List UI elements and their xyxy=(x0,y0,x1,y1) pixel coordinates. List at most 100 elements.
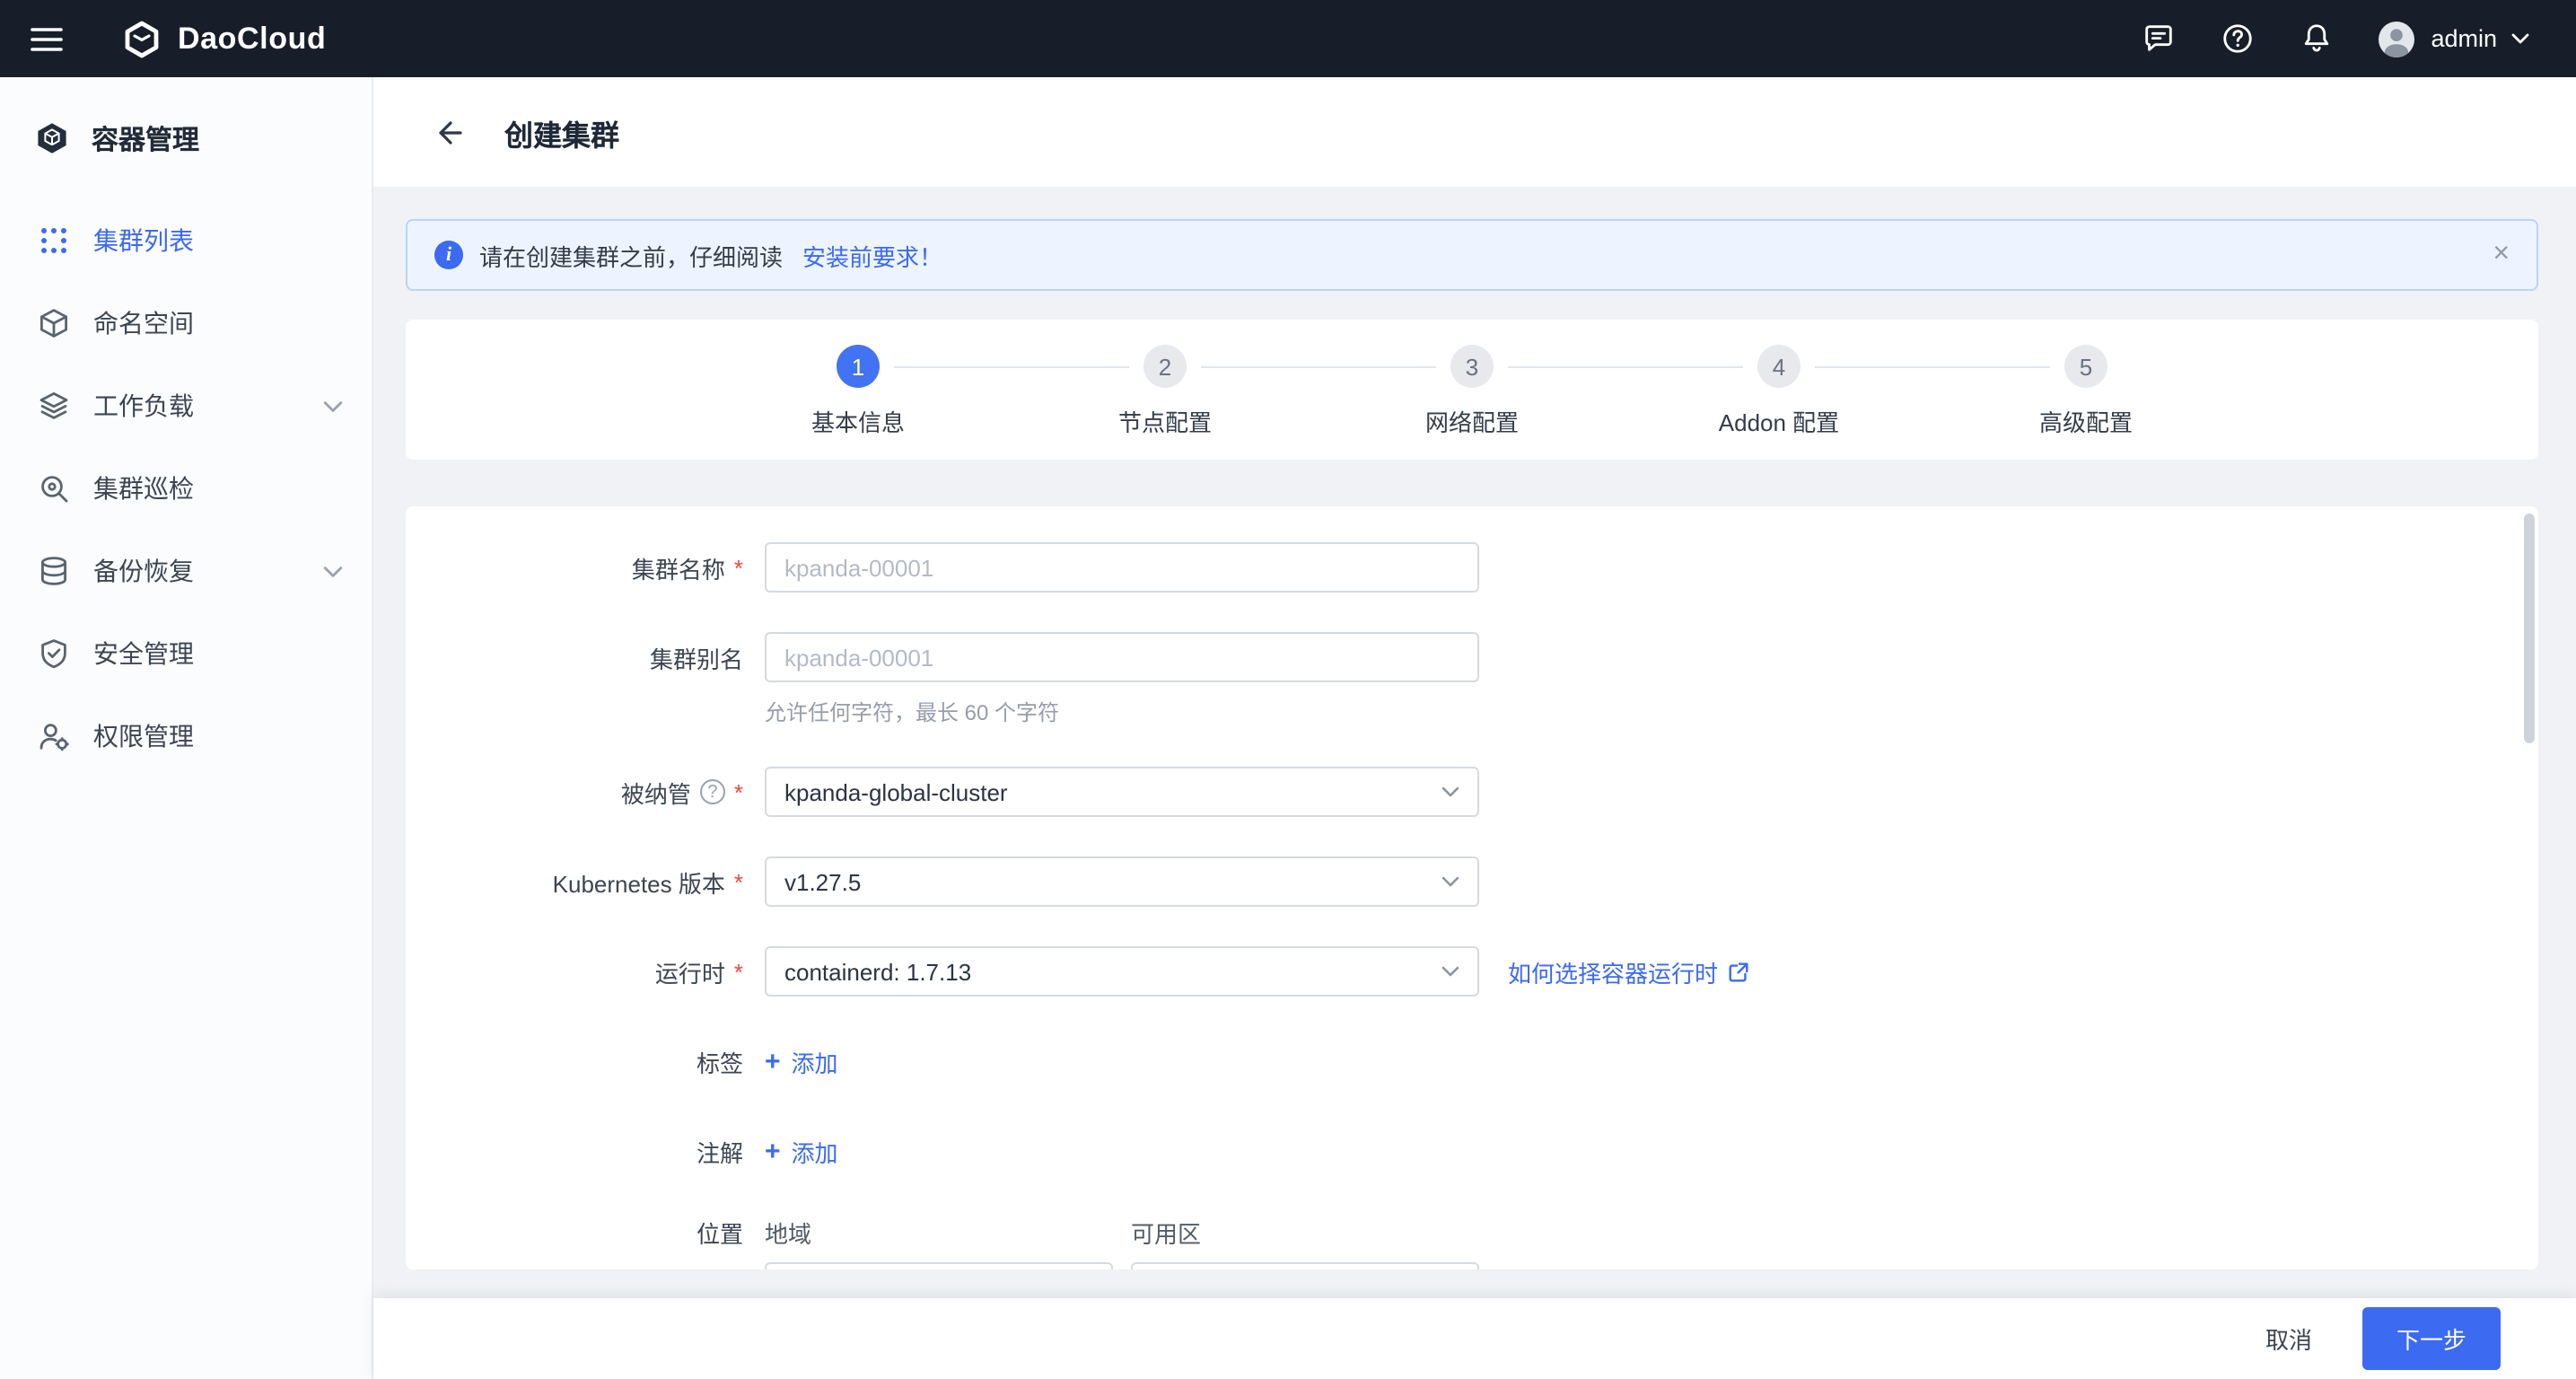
form-row-location: 位置 地域 可用区 xyxy=(406,1216,2538,1269)
help-icon[interactable]: ? xyxy=(699,779,725,804)
sidebar-item-backup-restore[interactable]: 备份恢复 xyxy=(0,530,372,612)
step-label: 高级配置 xyxy=(2038,409,2133,436)
required-asterisk: * xyxy=(733,868,743,895)
step-label: 网络配置 xyxy=(1424,409,1519,436)
field-label: 运行时 xyxy=(654,960,725,987)
sidebar-item-label: 权限管理 xyxy=(93,722,194,751)
sidebar-item-permissions[interactable]: 权限管理 xyxy=(0,695,372,777)
form-scrollbar[interactable] xyxy=(2524,514,2535,743)
inspection-icon xyxy=(38,472,70,505)
user-menu[interactable]: admin xyxy=(2377,19,2529,58)
step-network-config[interactable]: 3 网络配置 xyxy=(1201,345,1625,460)
runtime-help-link[interactable]: 如何选择容器运行时 xyxy=(1508,954,1750,988)
step-number: 5 xyxy=(2064,345,2107,388)
form-row-runtime: 运行时 * containerd: 1.7.13 如何选择容器运行时 xyxy=(406,946,2538,997)
stepper: 1 基本信息 2 节点配置 3 网络配置 4 Addon 配置 5 高级配置 xyxy=(406,320,2538,460)
field-label: 被纳管 xyxy=(620,780,691,807)
step-number: 3 xyxy=(1450,345,1494,388)
brand-name: DaoCloud xyxy=(178,21,327,55)
sidebar-item-label: 备份恢复 xyxy=(93,557,194,585)
sidebar-module-title: 容器管理 xyxy=(92,125,200,155)
container-management-icon xyxy=(34,120,70,156)
plus-icon: + xyxy=(765,1046,781,1076)
content: i 请在创建集群之前，仔细阅读 安装前要求！ × 1 基本信息 2 节点配置 3… xyxy=(373,187,2576,1298)
create-cluster-form: 集群名称 * 集群别名 允许任何字符，最长 60 个字 xyxy=(406,506,2538,1269)
topbar: DaoCloud admin xyxy=(0,0,2576,77)
sidebar-item-cluster-inspection[interactable]: 集群巡检 xyxy=(0,447,372,530)
sidebar-item-label: 集群巡检 xyxy=(93,474,194,503)
add-annotation-text: 添加 xyxy=(791,1139,838,1166)
plus-icon: + xyxy=(765,1136,781,1166)
brand: DaoCloud xyxy=(122,19,326,58)
selected-value: v1.27.5 xyxy=(784,868,862,895)
step-addon-config[interactable]: 4 Addon 配置 xyxy=(1508,345,1932,460)
add-annotation-button[interactable]: + 添加 xyxy=(765,1126,838,1176)
backup-restore-icon xyxy=(38,555,70,587)
form-row-cluster-alias: 集群别名 允许任何字符，最长 60 个字符 xyxy=(406,632,2538,727)
cluster-list-icon xyxy=(38,224,70,257)
pre-install-requirements-link[interactable]: 安装前要求！ xyxy=(802,238,942,272)
daocloud-logo-icon xyxy=(122,19,162,58)
sidebar-item-label: 集群列表 xyxy=(93,226,194,255)
back-button[interactable] xyxy=(431,114,467,150)
step-label: 基本信息 xyxy=(810,409,905,436)
notifications-icon[interactable] xyxy=(2298,21,2334,57)
menu-toggle-button[interactable] xyxy=(0,0,93,77)
managed-by-select[interactable]: kpanda-global-cluster xyxy=(765,767,1479,817)
field-label: 集群别名 xyxy=(649,646,743,672)
k8s-version-select[interactable]: v1.27.5 xyxy=(765,856,1479,907)
chevron-down-icon xyxy=(1441,786,1459,797)
chevron-down-icon xyxy=(323,400,343,412)
close-icon[interactable]: × xyxy=(2493,240,2510,269)
username: admin xyxy=(2431,25,2497,52)
step-label: Addon 配置 xyxy=(1718,409,1840,436)
add-label-button[interactable]: + 添加 xyxy=(765,1036,838,1086)
sidebar-item-cluster-list[interactable]: 集群列表 xyxy=(0,199,372,282)
info-banner: i 请在创建集群之前，仔细阅读 安装前要求！ × xyxy=(406,219,2538,291)
messages-icon[interactable] xyxy=(2140,21,2176,57)
link-label: 如何选择容器运行时 xyxy=(1508,960,1719,987)
sidebar-item-label: 安全管理 xyxy=(93,639,194,668)
step-node-config[interactable]: 2 节点配置 xyxy=(894,345,1319,460)
region-input[interactable] xyxy=(765,1262,1113,1269)
cluster-name-input[interactable] xyxy=(765,542,1479,593)
form-row-cluster-name: 集群名称 * xyxy=(406,542,2538,593)
runtime-select[interactable]: containerd: 1.7.13 xyxy=(765,946,1479,997)
chevron-down-icon xyxy=(1441,876,1459,887)
app: DaoCloud admin 容器管理 集群列表 命名空间 工作负载 集群巡检 … xyxy=(0,0,2576,1379)
shield-icon xyxy=(38,637,70,670)
sidebar-nav: 集群列表 命名空间 工作负载 集群巡检 备份恢复 安全管理 权限管理 xyxy=(0,199,372,777)
permissions-icon xyxy=(38,720,70,752)
field-label: 位置 xyxy=(696,1220,743,1247)
topbar-actions: admin xyxy=(2140,19,2576,58)
chevron-down-icon xyxy=(323,565,343,577)
required-asterisk: * xyxy=(733,554,743,581)
sidebar-item-security[interactable]: 安全管理 xyxy=(0,612,372,695)
sidebar-item-workloads[interactable]: 工作负载 xyxy=(0,365,372,447)
selected-value: containerd: 1.7.13 xyxy=(784,958,972,985)
sidebar-item-namespaces[interactable]: 命名空间 xyxy=(0,282,372,365)
info-icon: i xyxy=(434,241,463,269)
step-basic-info[interactable]: 1 基本信息 xyxy=(705,345,1012,460)
form-row-managed-by: 被纳管 ? * kpanda-global-cluster xyxy=(406,767,2538,817)
cluster-alias-input[interactable] xyxy=(765,632,1479,682)
zone-label: 可用区 xyxy=(1131,1221,1202,1248)
field-label: 标签 xyxy=(696,1050,743,1076)
step-advanced-config[interactable]: 5 高级配置 xyxy=(1815,345,2239,460)
sidebar: 容器管理 集群列表 命名空间 工作负载 集群巡检 备份恢复 安全管理 权限管理 xyxy=(0,77,373,1379)
next-button[interactable]: 下一步 xyxy=(2361,1307,2501,1370)
footer-action-bar: 取消 下一步 xyxy=(373,1298,2576,1379)
cancel-button[interactable]: 取消 xyxy=(2265,1322,2312,1356)
zone-input[interactable] xyxy=(1131,1262,1479,1269)
form-row-annotations: 注解 + 添加 xyxy=(406,1126,2538,1176)
region-label: 地域 xyxy=(765,1221,812,1248)
sidebar-module-header: 容器管理 xyxy=(0,77,372,199)
hamburger-icon xyxy=(31,27,63,50)
field-label: Kubernetes 版本 xyxy=(552,870,725,897)
field-hint: 允许任何字符，最长 60 个字符 xyxy=(765,700,1060,725)
help-icon[interactable] xyxy=(2219,21,2255,57)
add-label-text: 添加 xyxy=(791,1050,838,1076)
step-number: 4 xyxy=(1757,345,1801,388)
chevron-down-icon xyxy=(2511,32,2529,45)
step-number: 2 xyxy=(1143,345,1187,388)
